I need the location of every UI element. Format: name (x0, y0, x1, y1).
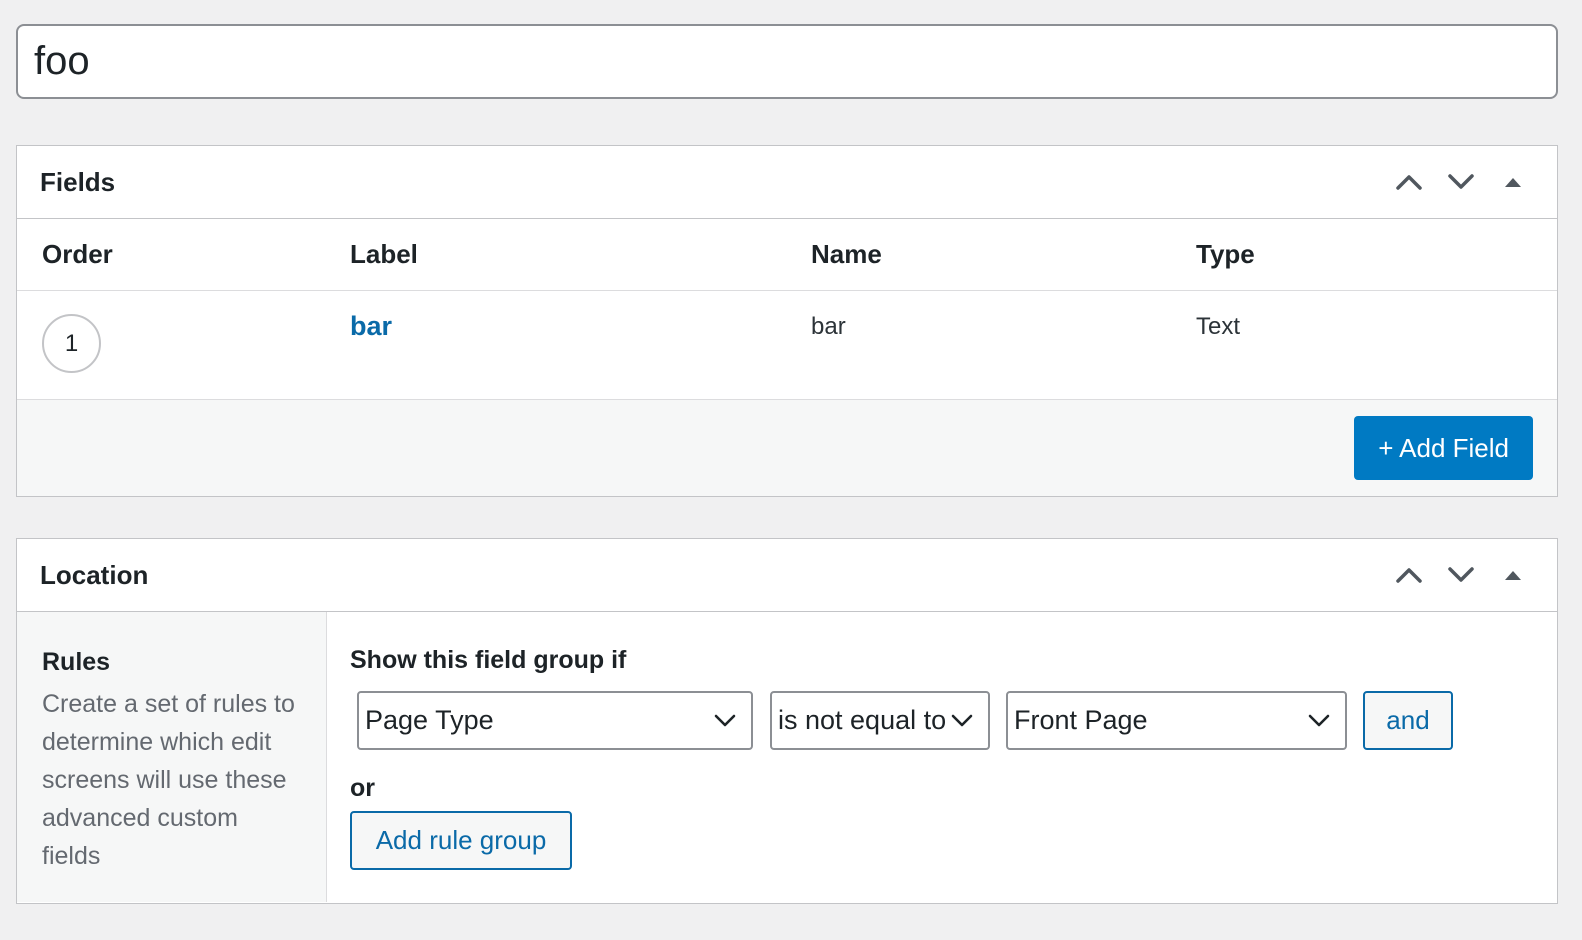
chevron-down-icon (1448, 174, 1474, 189)
field-type: Text (1196, 313, 1241, 340)
field-name: bar (811, 313, 846, 340)
chevron-up-icon (1396, 568, 1422, 583)
rule-operator-select[interactable]: is not equal to (770, 691, 990, 750)
fields-postbox-title: Fields (40, 166, 116, 197)
rule-value-value: Front Page (1014, 705, 1148, 735)
rules-main: Show this field group if Page Type is no… (327, 612, 1557, 902)
location-postbox: Location Rules Create a set of rules to … (16, 538, 1558, 904)
rules-title: Rules (42, 648, 111, 676)
and-button[interactable]: and (1363, 691, 1453, 750)
chevron-up-icon (1396, 175, 1422, 190)
rules-description: Create a set of rules to determine which… (42, 690, 295, 870)
location-postbox-title: Location (40, 559, 149, 590)
rule-param-select[interactable]: Page Type (357, 691, 753, 750)
triangle-up-icon (1505, 571, 1521, 580)
rule-value-select[interactable]: Front Page (1006, 691, 1347, 750)
fields-footer: + Add Field (17, 400, 1557, 496)
column-header-label: Label (350, 239, 418, 269)
location-body: Rules Create a set of rules to determine… (17, 612, 1557, 902)
add-rule-group-button[interactable]: Add rule group (350, 811, 572, 870)
chevron-down-icon (1448, 567, 1474, 582)
fields-table: Order Label Name Type 1 bar bar Text + A… (17, 219, 1557, 496)
column-header-type: Type (1196, 239, 1255, 269)
fields-postbox: Fields Order Label Name Type 1 bar bar T… (16, 145, 1558, 497)
fields-toggle-button[interactable] (1491, 160, 1535, 204)
rule-row: Page Type is not equal to Front Page and (350, 691, 1534, 751)
chevron-down-icon (951, 714, 973, 727)
rule-param-value: Page Type (365, 705, 494, 735)
fields-move-down-button[interactable] (1439, 160, 1483, 204)
location-postbox-header: Location (17, 539, 1557, 612)
location-handle-actions (1387, 553, 1535, 597)
fields-table-header: Order Label Name Type (17, 219, 1557, 291)
fields-handle-actions (1387, 160, 1535, 204)
column-header-order: Order (42, 239, 113, 269)
fields-move-up-button[interactable] (1387, 160, 1431, 204)
field-label-link[interactable]: bar (350, 311, 392, 342)
location-toggle-button[interactable] (1491, 553, 1535, 597)
location-move-up-button[interactable] (1387, 553, 1431, 597)
table-row: 1 bar bar Text (17, 291, 1557, 400)
rules-sidebar: Rules Create a set of rules to determine… (17, 612, 327, 902)
field-order-handle[interactable]: 1 (42, 314, 101, 373)
chevron-down-icon (1308, 714, 1330, 727)
rules-heading: Show this field group if (350, 646, 627, 674)
chevron-down-icon (714, 714, 736, 727)
location-move-down-button[interactable] (1439, 553, 1483, 597)
triangle-up-icon (1505, 178, 1521, 187)
column-header-name: Name (811, 239, 882, 269)
fields-postbox-header: Fields (17, 146, 1557, 219)
rule-operator-value: is not equal to (778, 705, 947, 735)
add-field-button[interactable]: + Add Field (1354, 416, 1533, 480)
or-label: or (350, 774, 375, 802)
title-input[interactable] (16, 24, 1558, 99)
